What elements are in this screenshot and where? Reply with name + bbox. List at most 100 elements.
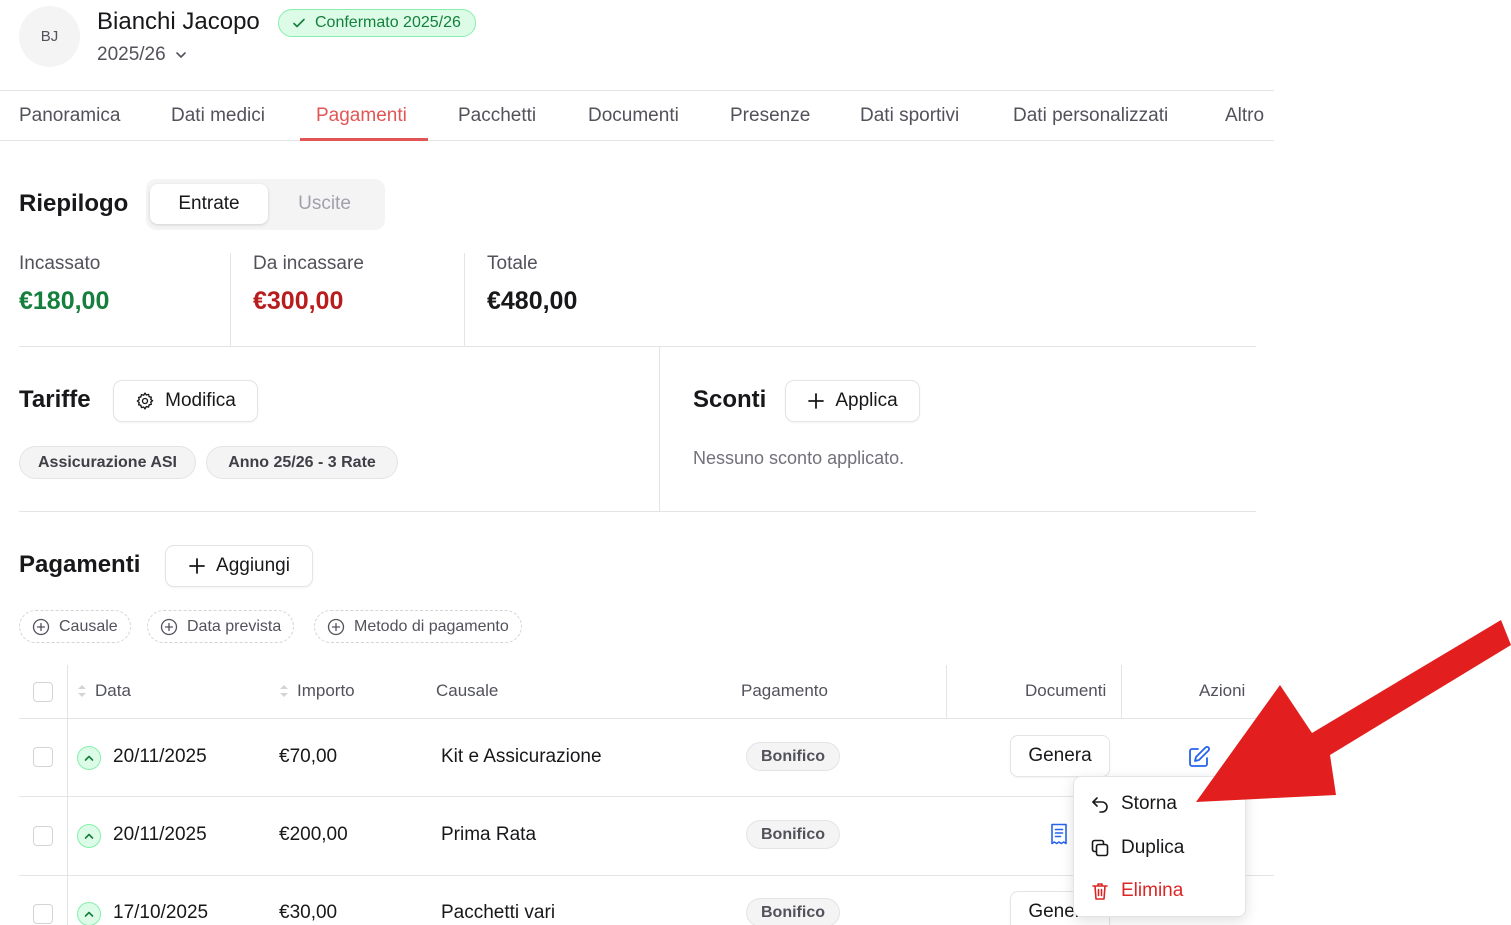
copy-icon [1091,839,1109,857]
column-header-amount[interactable]: Importo [279,681,355,701]
column-header-reason: Causale [436,681,499,700]
divider [464,253,465,346]
add-payment-label: Aggiungi [216,555,290,576]
column-header-documents: Documenti [1025,681,1107,700]
tab-altro[interactable]: Altro [1225,91,1264,141]
generate-document-button[interactable]: Genera [1010,735,1110,777]
filter-causale[interactable]: Causale [19,610,131,643]
filter-label: Causale [59,617,118,635]
row-checkbox[interactable] [33,826,53,846]
stat-label-total: Totale [487,253,538,274]
tariffs-title: Tariffe [19,386,91,413]
filter-data-prevista[interactable]: Data prevista [147,610,295,643]
edit-tariffs-button[interactable]: Modifica [113,380,258,422]
member-name: Bianchi Jacopo [97,8,260,35]
column-header-label: Data [95,681,131,700]
tab-presenze[interactable]: Presenze [730,91,810,141]
sort-icon [280,685,288,697]
gear-icon [136,392,154,410]
apply-discount-button[interactable]: Applica [785,380,920,422]
avatar-initials: BJ [40,28,59,45]
payment-method-badge: Bonifico [746,898,840,925]
divider [19,511,1256,512]
select-all-checkbox[interactable] [33,682,53,702]
column-divider [67,665,68,925]
filter-metodo-pagamento[interactable]: Metodo di pagamento [314,610,522,643]
payment-date: 20/11/2025 [113,824,207,845]
sort-icon [78,685,86,697]
tariff-pill: Assicurazione ASI [19,446,196,479]
row-checkbox[interactable] [33,747,53,767]
season-label: 2025/26 [97,44,166,65]
plus-circle-icon [32,618,50,635]
divider [230,253,231,346]
divider [19,346,1256,347]
tab-dati-sportivi[interactable]: Dati sportivi [860,91,959,141]
season-selector[interactable]: 2025/26 [97,44,188,66]
payment-method-badge: Bonifico [746,742,840,771]
tab-dati-medici[interactable]: Dati medici [171,91,265,141]
avatar: BJ [19,6,80,67]
discounts-title: Sconti [693,386,767,413]
profile-header: BJ Bianchi Jacopo Confermato 2025/26 202… [0,0,1274,90]
toggle-expenses[interactable]: Uscite [268,184,381,224]
stat-label-to-collect: Da incassare [253,253,364,274]
column-divider [1121,665,1122,718]
status-badge-label: Confermato 2025/26 [315,14,461,31]
stat-value-to-collect: €300,00 [253,287,344,315]
edit-tariffs-label: Modifica [165,390,236,411]
tab-pagamenti[interactable]: Pagamenti [316,91,407,141]
payment-date: 17/10/2025 [113,902,209,923]
payment-amount: €30,00 [279,902,338,923]
payments-title: Pagamenti [19,551,141,578]
income-expense-toggle: Entrate Uscite [146,179,385,230]
no-discounts-text: Nessuno sconto applicato. [693,448,905,468]
add-payment-button[interactable]: Aggiungi [165,545,313,587]
check-icon [293,18,305,28]
menu-item-label: Elimina [1121,880,1184,901]
row-checkbox[interactable] [33,904,53,924]
tariff-pill: Anno 25/26 - 3 Rate [206,446,398,479]
apply-discount-label: Applica [835,390,898,411]
toggle-income[interactable]: Entrate [150,184,268,224]
receipt-icon[interactable] [1049,823,1069,845]
status-badge: Confermato 2025/26 [278,9,476,37]
chevron-up-icon [84,833,94,839]
column-header-date[interactable]: Data [77,681,131,701]
active-tab-indicator [300,138,428,141]
filter-label: Data prevista [187,617,282,635]
tab-pacchetti[interactable]: Pacchetti [458,91,536,141]
plus-circle-icon [160,618,178,635]
tab-panoramica[interactable]: Panoramica [19,91,120,141]
menu-item-duplica[interactable]: Duplica [1074,828,1245,868]
payment-date: 20/11/2025 [113,746,207,767]
payment-reason: Pacchetti vari [441,902,556,923]
trash-icon [1092,883,1108,900]
row-divider [19,718,1274,719]
tab-documenti[interactable]: Documenti [588,91,679,141]
column-divider [946,665,947,718]
payment-amount: €200,00 [279,824,348,845]
menu-item-label: Duplica [1121,837,1185,858]
column-header-payment: Pagamento [741,681,828,700]
column-header-label: Importo [297,681,355,700]
chevron-down-icon [175,52,186,58]
menu-item-label: Storna [1121,793,1177,814]
tab-bar: Panoramica Dati medici Pagamenti Pacchet… [0,90,1274,141]
plus-icon [189,558,205,574]
plus-circle-icon [327,618,345,635]
annotation-arrow-icon [1196,620,1511,802]
filter-label: Metodo di pagamento [354,617,509,635]
paid-status-icon [77,902,101,925]
stat-value-total: €480,00 [487,287,578,315]
stat-label-collected: Incassato [19,253,101,274]
divider [659,347,660,511]
chevron-up-icon [84,911,94,917]
tab-dati-personalizzati[interactable]: Dati personalizzati [1013,91,1168,141]
paid-status-icon [77,824,101,848]
paid-status-icon [77,746,101,770]
menu-item-elimina[interactable]: Elimina [1074,871,1245,911]
stat-value-collected: €180,00 [19,287,110,315]
payment-reason: Kit e Assicurazione [441,746,602,767]
undo-icon [1092,797,1108,813]
